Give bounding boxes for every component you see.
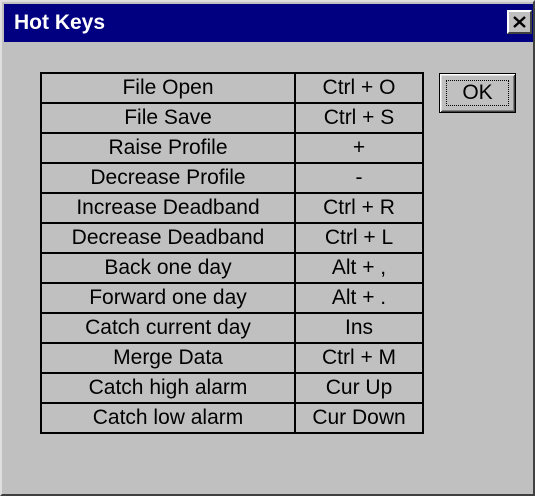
table-row: Catch low alarm Cur Down — [40, 402, 424, 434]
key-cell: Ctrl + S — [294, 102, 424, 134]
key-cell: Cur Up — [294, 372, 424, 404]
action-cell: Catch low alarm — [40, 402, 296, 434]
action-cell: Merge Data — [40, 342, 296, 374]
action-cell: File Save — [40, 102, 296, 134]
table-row: Forward one day Alt + . — [40, 282, 424, 314]
hotkeys-table: File Open Ctrl + O File Save Ctrl + S Ra… — [40, 72, 424, 434]
action-cell: Decrease Profile — [40, 162, 296, 194]
key-cell: Ctrl + O — [294, 72, 424, 104]
table-row: Increase Deadband Ctrl + R — [40, 192, 424, 224]
table-row: File Open Ctrl + O — [40, 72, 424, 104]
action-cell: Raise Profile — [40, 132, 296, 164]
table-row: Catch high alarm Cur Up — [40, 372, 424, 404]
action-cell: Catch high alarm — [40, 372, 296, 404]
key-cell: Ctrl + M — [294, 342, 424, 374]
table-row: Back one day Alt + , — [40, 252, 424, 284]
table-row: Decrease Deadband Ctrl + L — [40, 222, 424, 254]
key-cell: Ctrl + L — [294, 222, 424, 254]
key-cell: Alt + , — [294, 252, 424, 284]
key-cell: - — [294, 162, 424, 194]
close-x-icon — [513, 16, 526, 28]
title-bar[interactable]: Hot Keys — [4, 4, 533, 42]
key-cell: Cur Down — [294, 402, 424, 434]
table-row: Raise Profile + — [40, 132, 424, 164]
table-row: Merge Data Ctrl + M — [40, 342, 424, 374]
window-title: Hot Keys — [14, 11, 106, 34]
key-cell: + — [294, 132, 424, 164]
action-cell: Forward one day — [40, 282, 296, 314]
table-row: Decrease Profile - — [40, 162, 424, 194]
action-cell: Catch current day — [40, 312, 296, 344]
close-button[interactable] — [507, 10, 532, 34]
key-cell: Ins — [294, 312, 424, 344]
action-cell: File Open — [40, 72, 296, 104]
ok-button[interactable]: OK — [439, 73, 516, 113]
action-cell: Increase Deadband — [40, 192, 296, 224]
table-row: File Save Ctrl + S — [40, 102, 424, 134]
ok-button-label: OK — [462, 81, 493, 104]
action-cell: Back one day — [40, 252, 296, 284]
key-cell: Ctrl + R — [294, 192, 424, 224]
table-row: Catch current day Ins — [40, 312, 424, 344]
hot-keys-dialog: Hot Keys File Open Ctrl + O File Save Ct… — [0, 0, 535, 496]
action-cell: Decrease Deadband — [40, 222, 296, 254]
key-cell: Alt + . — [294, 282, 424, 314]
